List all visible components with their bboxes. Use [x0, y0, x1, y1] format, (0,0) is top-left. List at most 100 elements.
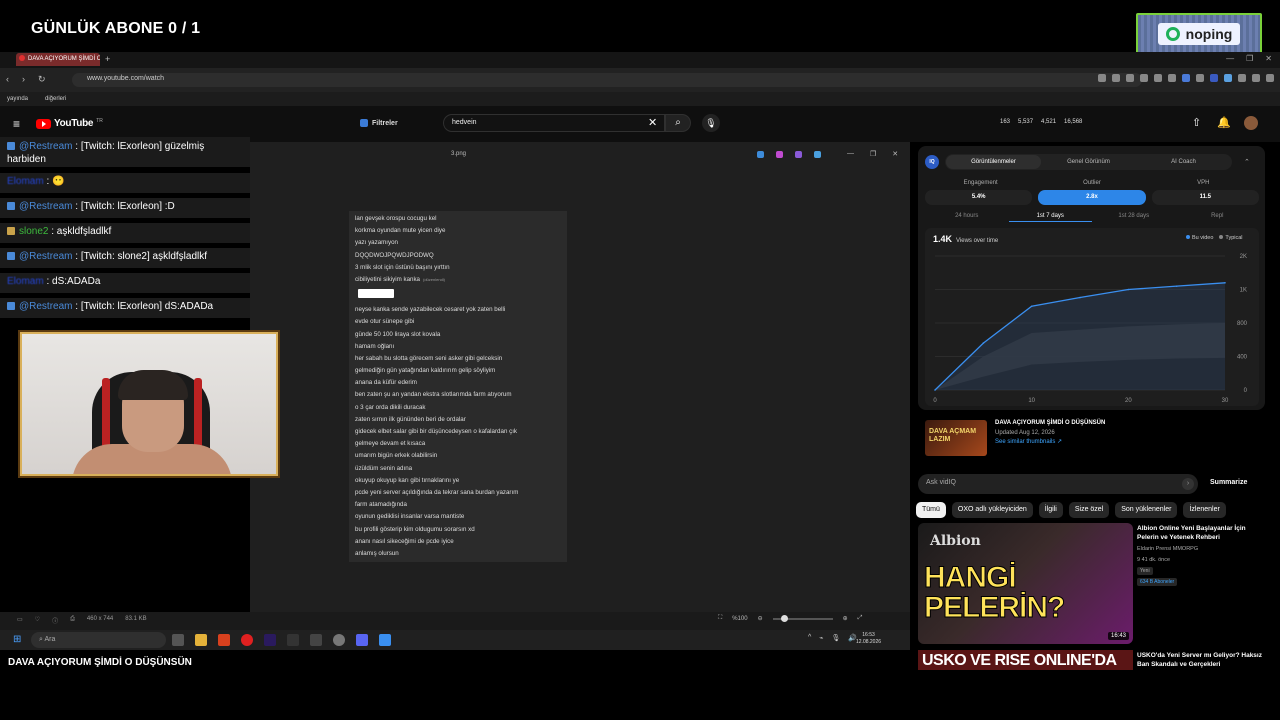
extension-icon[interactable] — [1112, 74, 1120, 82]
browser-tab[interactable]: DAVA AÇIYORUM ŞİMDİ O — [16, 53, 100, 66]
metric-vph[interactable]: 11.5 — [1151, 190, 1259, 205]
chip-uploader[interactable]: OXO adlı yükleyiciden — [951, 502, 1033, 518]
extension-icon[interactable] — [1168, 74, 1176, 82]
search-input[interactable]: hedvein — [443, 114, 665, 132]
thumbnails-icon[interactable]: ▭ — [17, 616, 23, 625]
effects-icon[interactable] — [795, 151, 802, 158]
chip-recent[interactable]: Son yüklenenler — [1115, 502, 1178, 518]
taskbar-search[interactable]: ⌕ Ara — [31, 632, 166, 648]
collapse-icon[interactable]: ⌃ — [1244, 158, 1250, 166]
legend-item: Bu video — [1186, 235, 1213, 241]
send-arrow-icon[interactable]: › — [1182, 478, 1194, 490]
tab-views[interactable]: Görüntülenmeler — [946, 155, 1041, 169]
tab-ai-coach[interactable]: AI Coach — [1136, 155, 1231, 169]
app-icon[interactable] — [287, 634, 299, 646]
opera-icon[interactable] — [241, 634, 253, 646]
browser-icon[interactable] — [218, 634, 230, 646]
fullscreen-icon[interactable]: ⤢ — [858, 615, 863, 622]
search-button[interactable]: ⌕ — [665, 114, 691, 132]
ask-vidiq-input[interactable]: Ask vidIQ — [918, 474, 1198, 494]
bookmark-yayinda[interactable]: yayında — [7, 96, 28, 102]
upload-icon[interactable]: ⇧ — [1192, 116, 1201, 129]
viewer-minimize-icon[interactable]: — — [847, 150, 854, 158]
recommended-thumbnail[interactable]: USKO VE RISE ONLINE'DA — [918, 650, 1133, 670]
similar-thumbnails-link[interactable]: See similar thumbnails ↗ — [995, 438, 1105, 445]
filters-button[interactable]: Filtreler — [360, 116, 398, 130]
video-card[interactable]: DAVA AÇMAM LAZIM DAVA AÇIYORUM ŞİMDİ O D… — [925, 420, 1259, 458]
discord-icon[interactable] — [356, 634, 368, 646]
task-view-icon[interactable] — [172, 634, 184, 646]
youtube-logo[interactable]: YouTube TR — [36, 118, 103, 129]
extension-icon[interactable] — [1154, 74, 1162, 82]
noping-logo-icon — [1165, 26, 1180, 41]
zoom-level[interactable]: %100 — [732, 616, 747, 622]
network-icon[interactable]: ⌁ — [819, 634, 823, 642]
taskbar-clock[interactable]: 16:53 12.08.2026 — [856, 632, 881, 646]
extension-icon[interactable] — [1238, 74, 1246, 82]
clear-search-icon[interactable]: ✕ — [648, 116, 657, 129]
forward-icon[interactable]: › — [22, 74, 25, 84]
viewer-close-icon[interactable]: ✕ — [892, 150, 898, 158]
minimize-icon[interactable]: — — [1226, 54, 1234, 63]
favorite-icon[interactable]: ♡ — [35, 616, 40, 625]
chip-for-you[interactable]: Size özel — [1068, 502, 1110, 518]
file-explorer-icon[interactable] — [195, 634, 207, 646]
recommended-meta[interactable]: Albion Online Yeni Başlayanlar İçin Pele… — [1137, 524, 1262, 586]
noping-label: noping — [1185, 25, 1233, 42]
extension-icon[interactable] — [1210, 74, 1218, 82]
zoom-out-icon[interactable]: ⊖ — [758, 615, 763, 622]
chart-subtitle[interactable]: Views over time — [956, 238, 998, 244]
doc-line: ben zaten şu an yandan ekstra slotlarımd… — [355, 391, 512, 399]
extension-icon[interactable] — [1266, 74, 1274, 82]
tab-overview[interactable]: Genel Görünüm — [1041, 155, 1136, 169]
new-tab-icon[interactable]: + — [105, 54, 110, 64]
microphone-icon[interactable]: 🎙 — [702, 114, 720, 132]
info-icon[interactable]: ⓘ — [52, 616, 58, 625]
maximize-icon[interactable]: ❐ — [1246, 54, 1253, 63]
metric-engagement[interactable]: 5.4% — [925, 190, 1033, 205]
chip-related[interactable]: İlgili — [1038, 502, 1063, 518]
print-icon[interactable]: ⎙ — [70, 616, 75, 625]
cloud-icon[interactable] — [814, 151, 821, 158]
period-repl[interactable]: Repl — [1176, 213, 1260, 222]
app-icon[interactable] — [310, 634, 322, 646]
chip-watched[interactable]: İzlenenler — [1183, 502, 1226, 518]
menu-icon[interactable]: ≡ — [13, 117, 20, 131]
back-icon[interactable]: ‹ — [6, 74, 9, 84]
extension-icon[interactable] — [1140, 74, 1148, 82]
edit-icon[interactable] — [757, 151, 764, 158]
chip-all[interactable]: Tümü — [916, 502, 946, 518]
premiere-icon[interactable] — [264, 634, 276, 646]
zoom-slider-thumb[interactable] — [780, 614, 788, 622]
extension-icon[interactable] — [1126, 74, 1134, 82]
fit-icon[interactable]: ⛶ — [718, 615, 722, 622]
reload-icon[interactable]: ↻ — [38, 74, 46, 85]
period-24h[interactable]: 24 hours — [925, 213, 1009, 222]
tray-chevron-icon[interactable]: ^ — [808, 634, 811, 642]
zoom-slider[interactable] — [772, 614, 833, 622]
avatar[interactable] — [1244, 116, 1258, 130]
obs-icon[interactable] — [333, 634, 345, 646]
close-window-icon[interactable]: ✕ — [1265, 54, 1272, 63]
mic-tray-icon[interactable]: 🎙 — [832, 634, 841, 642]
period-7d[interactable]: 1st 7 days — [1008, 213, 1092, 222]
recommended-title[interactable]: USKO'da Yeni Server mı Geliyor? Haksız B… — [1137, 651, 1267, 669]
bookmark-digerleri[interactable]: diğerleri — [45, 96, 66, 102]
summarize-button[interactable]: Summarize — [1210, 479, 1247, 486]
notifications-icon[interactable]: 🔔 — [1217, 116, 1231, 129]
photos-icon[interactable] — [379, 634, 391, 646]
metric-outlier[interactable]: 2.8x — [1038, 190, 1146, 205]
viewer-maximize-icon[interactable]: ❐ — [870, 150, 876, 158]
paint-icon[interactable] — [776, 151, 783, 158]
extension-icon[interactable] — [1182, 74, 1190, 82]
extension-icon[interactable] — [1224, 74, 1232, 82]
recommended-thumbnail[interactable]: Albion HANGİ PELERİN? 16:43 — [918, 523, 1133, 644]
period-28d[interactable]: 1st 28 days — [1092, 213, 1176, 222]
zoom-in-icon[interactable]: ⊕ — [843, 615, 848, 622]
extension-icon[interactable] — [1252, 74, 1260, 82]
data-point — [1079, 296, 1081, 299]
url-field[interactable] — [72, 73, 1142, 87]
extension-icon[interactable] — [1196, 74, 1204, 82]
extension-icon[interactable] — [1098, 74, 1106, 82]
windows-start-icon[interactable]: ⊞ — [13, 634, 21, 645]
